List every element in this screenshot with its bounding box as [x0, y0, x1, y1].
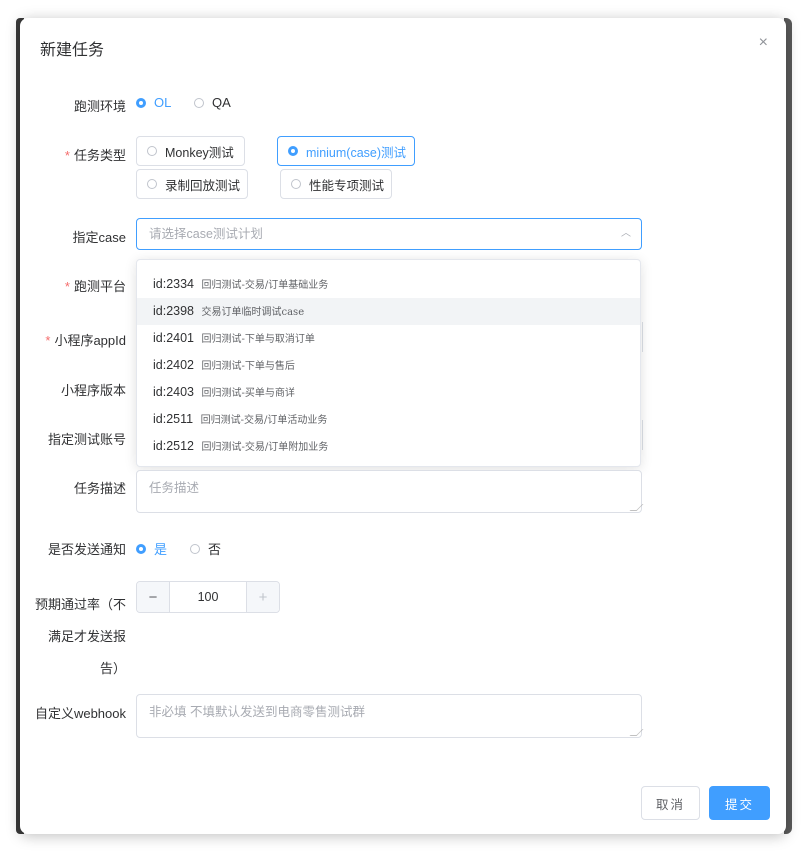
notify-option-no: 否: [208, 542, 222, 557]
pass-rate-stepper: − 100 +: [136, 581, 280, 613]
account-label: 指定测试账号: [47, 432, 126, 447]
case-option[interactable]: id:2334 回归测试-交易/订单基础业务: [137, 271, 640, 298]
case-option-id: id:2401: [153, 331, 195, 345]
env-radio-qa[interactable]: QA: [194, 95, 231, 110]
radio-unchecked-icon: [190, 543, 200, 554]
pass-rate-label: 预期通过率（不 满足才发送报 告）: [20, 589, 126, 685]
platform-label: * 跑测平台: [20, 276, 126, 295]
radio-unchecked-icon: [194, 97, 204, 108]
case-option[interactable]: id:2512 回归测试-交易/订单附加业务: [137, 433, 640, 460]
chevron-up-icon: ︿: [621, 228, 631, 239]
case-option-name: 回归测试-交易/订单基础业务: [201, 280, 329, 291]
case-option-id: id:2512: [153, 439, 195, 453]
radio-unchecked-icon: [291, 179, 301, 189]
case-option-id: id:2398: [153, 304, 195, 318]
env-option-qa: QA: [212, 95, 231, 110]
resize-handle-icon[interactable]: [629, 729, 644, 736]
case-option[interactable]: id:2401 回归测试-下单与取消订单: [137, 325, 640, 352]
radio-checked-icon: [136, 97, 146, 108]
cancel-button[interactable]: 取消: [641, 786, 700, 820]
increment-button[interactable]: +: [246, 582, 279, 612]
case-option-name: 回归测试-下单与售后: [201, 361, 295, 372]
case-option-name: 回归测试-买单与商详: [201, 388, 295, 399]
desc-textarea[interactable]: 任务描述: [136, 470, 644, 513]
required-mark: *: [64, 148, 70, 163]
case-option-id: id:2402: [153, 358, 195, 372]
task-type-record-replay[interactable]: 录制回放测试: [136, 169, 248, 199]
webhook-label: 自定义webhook: [34, 706, 126, 721]
close-icon[interactable]: ×: [759, 34, 768, 52]
case-option[interactable]: id:2511 回归测试-交易/订单活动业务: [137, 406, 640, 433]
decrement-button[interactable]: −: [137, 582, 170, 612]
radio-checked-icon: [288, 146, 298, 156]
case-option-name: 交易订单临时调试case: [201, 307, 305, 318]
task-type-monkey[interactable]: Monkey测试: [136, 136, 245, 166]
pass-rate-label-line: 告）: [99, 661, 126, 676]
task-type-option: 录制回放测试: [165, 178, 241, 193]
case-option-name: 回归测试-下单与取消订单: [201, 334, 315, 345]
appid-label-text: 小程序appId: [54, 333, 126, 348]
case-option-name: 回归测试-交易/订单活动业务: [200, 415, 328, 426]
case-option-id: id:2403: [153, 385, 195, 399]
required-mark: *: [64, 279, 70, 294]
required-mark: *: [45, 333, 51, 348]
env-option-ol: OL: [154, 95, 172, 110]
pass-rate-label-line: 预期通过率（不: [34, 597, 126, 612]
case-option-id: id:2511: [153, 412, 194, 426]
notify-label: 是否发送通知: [47, 542, 126, 557]
notify-option-yes: 是: [154, 542, 168, 557]
case-option[interactable]: id:2403 回归测试-买单与商详: [137, 379, 640, 406]
case-option-hovered[interactable]: id:2398 交易订单临时调试case: [137, 298, 640, 325]
env-radio-ol[interactable]: OL: [136, 95, 171, 110]
pass-rate-input[interactable]: 100: [170, 582, 246, 612]
new-task-dialog: 新建任务 × 跑测环境 OL QA * 任务类型 Monkey测试 minium(…: [20, 18, 786, 834]
platform-label-text: 跑测平台: [73, 279, 126, 294]
version-label: 小程序版本: [60, 383, 126, 398]
case-label: 指定case: [72, 230, 126, 245]
task-type-label-text: 任务类型: [73, 148, 126, 163]
submit-button[interactable]: 提交: [709, 786, 770, 820]
task-type-option: Monkey测试: [165, 145, 234, 160]
task-type-label: * 任务类型: [20, 145, 126, 164]
pass-rate-label-line: 满足才发送报: [47, 629, 126, 644]
notify-radio-no[interactable]: 否: [190, 539, 221, 558]
desc-label: 任务描述: [73, 481, 126, 496]
case-option[interactable]: id:2402 回归测试-下单与售后: [137, 352, 640, 379]
task-type-option: minium(case)测试: [306, 145, 407, 160]
task-type-option: 性能专项测试: [309, 178, 385, 193]
case-option-id: id:2334: [153, 277, 195, 291]
radio-unchecked-icon: [147, 179, 157, 189]
case-select-placeholder: 请选择case测试计划: [149, 227, 263, 241]
desc-placeholder: 任务描述: [149, 481, 200, 495]
task-type-performance[interactable]: 性能专项测试: [280, 169, 392, 199]
task-type-minium[interactable]: minium(case)测试: [277, 136, 415, 166]
case-option-name: 回归测试-交易/订单附加业务: [201, 442, 329, 453]
resize-handle-icon[interactable]: [629, 504, 644, 511]
webhook-placeholder: 非必填 不填默认发送到电商零售测试群: [149, 705, 365, 719]
notify-radio-yes[interactable]: 是: [136, 539, 167, 558]
radio-checked-icon: [136, 543, 146, 554]
appid-label: * 小程序appId: [20, 330, 126, 349]
case-select[interactable]: 请选择case测试计划 ︿: [136, 218, 642, 250]
radio-unchecked-icon: [147, 146, 157, 156]
dialog-title: 新建任务: [40, 42, 105, 59]
webhook-textarea[interactable]: 非必填 不填默认发送到电商零售测试群: [136, 694, 644, 738]
case-dropdown: id:2334 回归测试-交易/订单基础业务 id:2398 交易订单临时调试c…: [136, 259, 641, 467]
env-label: 跑测环境: [73, 99, 126, 114]
